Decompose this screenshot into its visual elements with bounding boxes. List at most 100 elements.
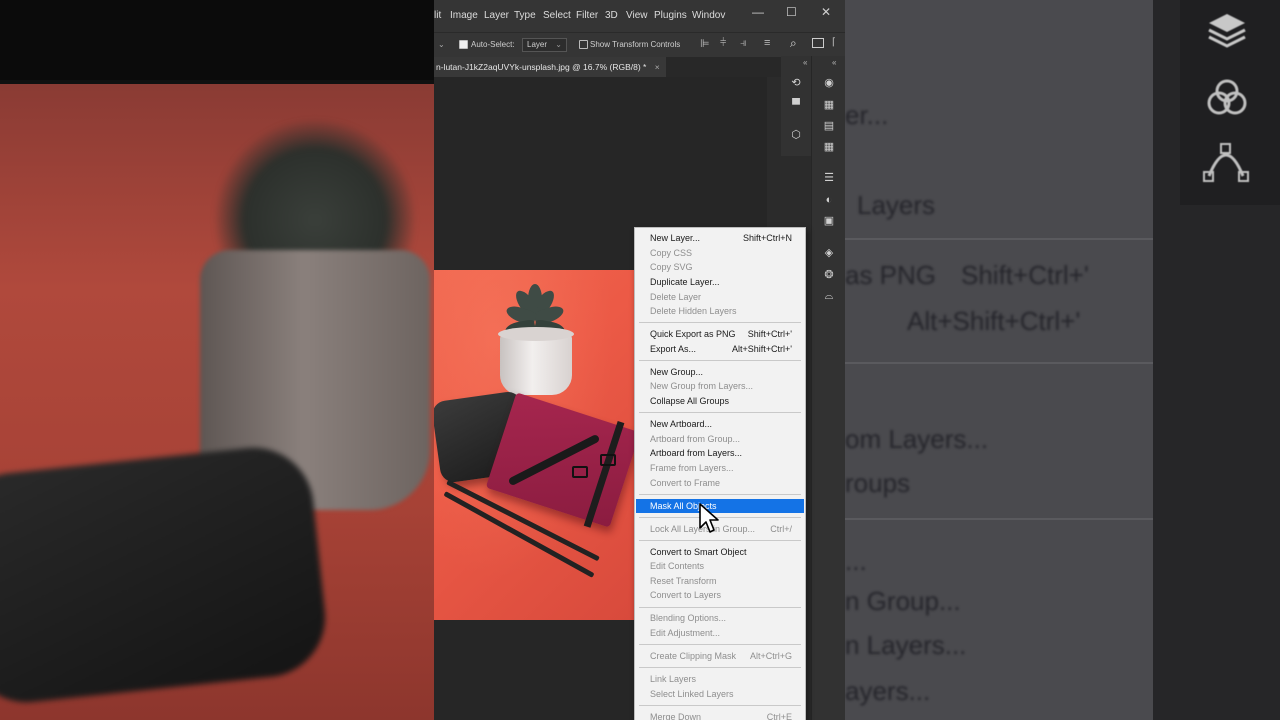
align-right-icon[interactable]: ⫣ bbox=[740, 37, 747, 50]
align-left-icon[interactable]: ⊫ bbox=[700, 37, 710, 50]
auto-select-label: Auto-Select: bbox=[471, 40, 515, 49]
menu-select[interactable]: Select bbox=[543, 10, 571, 21]
maximize-button[interactable]: ☐ bbox=[786, 5, 797, 19]
menu-item-new-group-from-layers[interactable]: New Group from Layers... bbox=[636, 379, 804, 393]
menu-image[interactable]: Image bbox=[450, 10, 478, 21]
menu-item-reset-transform[interactable]: Reset Transform bbox=[636, 574, 804, 588]
menu-item-quick-export-as-png[interactable]: Quick Export as PNG Shift+Ctrl+' bbox=[636, 327, 804, 341]
align-center-icon[interactable]: ⫩ bbox=[720, 37, 726, 50]
menu-item-convert-to-frame[interactable]: Convert to Frame bbox=[636, 476, 804, 490]
image-pot bbox=[498, 327, 574, 395]
grid-icon[interactable]: ▦ bbox=[822, 98, 836, 112]
menu-item-label: Copy CSS bbox=[650, 247, 693, 258]
menu-separator bbox=[639, 667, 801, 669]
menu-item-label: Edit Adjustment... bbox=[650, 628, 721, 639]
cube-icon[interactable]: ⬡ bbox=[789, 128, 803, 142]
document-image[interactable] bbox=[434, 270, 634, 620]
menu-item-shortcut: Shift+Ctrl+' bbox=[747, 329, 792, 340]
menu-item-label: Convert to Frame bbox=[650, 477, 721, 488]
ghost-text: er... bbox=[845, 100, 889, 130]
menu-item-artboard-from-layers[interactable]: Artboard from Layers... bbox=[636, 446, 804, 460]
show-transform-checkbox[interactable] bbox=[579, 40, 588, 49]
ghost-text: Alt+Shift+Ctrl+' bbox=[907, 306, 1081, 336]
comment-icon[interactable]: ▀ bbox=[789, 98, 803, 112]
menu-layer[interactable]: Layer bbox=[484, 10, 509, 21]
paths-icon[interactable]: ⌓ bbox=[822, 289, 836, 303]
menu-filter[interactable]: Filter bbox=[576, 10, 598, 21]
history-icon[interactable]: ⟲ bbox=[789, 76, 803, 90]
menu-item-label: Delete Hidden Layers bbox=[650, 306, 737, 317]
auto-select-checkbox[interactable] bbox=[459, 40, 468, 49]
menu-item-label: Blending Options... bbox=[650, 613, 727, 624]
ghost-text: ayers... bbox=[845, 676, 931, 706]
menu-item-convert-to-smart-object[interactable]: Convert to Smart Object bbox=[636, 545, 804, 559]
ghost-text: as PNG bbox=[845, 260, 937, 290]
menu-item-delete-hidden-layers[interactable]: Delete Hidden Layers bbox=[636, 304, 804, 318]
menu-item-label: Merge Down bbox=[650, 711, 702, 720]
menu-item-label: Artboard from Group... bbox=[650, 433, 741, 444]
table-icon[interactable]: ▦ bbox=[822, 140, 836, 154]
menu-item-edit-adjustment[interactable]: Edit Adjustment... bbox=[636, 626, 804, 640]
tool-dropdown-chevron-icon[interactable]: ⌄ bbox=[438, 40, 445, 49]
minimize-button[interactable]: — bbox=[752, 5, 764, 19]
menu-window[interactable]: Windov bbox=[692, 10, 725, 21]
collapse-panels-icon[interactable]: « bbox=[803, 58, 807, 67]
menu-item-edit-contents[interactable]: Edit Contents bbox=[636, 559, 804, 573]
menu-item-duplicate-layer[interactable]: Duplicate Layer... bbox=[636, 275, 804, 289]
menu-item-export-as[interactable]: Export As... Alt+Shift+Ctrl+' bbox=[636, 342, 804, 356]
ghost-text: ... bbox=[845, 546, 867, 576]
layers-panel-icon[interactable]: ▣ bbox=[822, 214, 836, 228]
menu-item-copy-css[interactable]: Copy CSS bbox=[636, 246, 804, 260]
channels-icon[interactable]: ❂ bbox=[822, 268, 836, 282]
gradient-icon[interactable]: ▤ bbox=[822, 119, 836, 133]
menu-item-mask-all-objects[interactable]: Mask All Objects bbox=[636, 498, 804, 513]
document-tab-title: n-lutan-J1kZ2aqUVYk-unsplash.jpg @ 16.7%… bbox=[436, 62, 647, 72]
menu-item-lock-all-layers-in-group[interactable]: Lock All Layers in Group... Ctrl+/ bbox=[636, 522, 804, 536]
menu-item-new-layer[interactable]: New Layer... Shift+Ctrl+N bbox=[636, 231, 804, 245]
menu-view[interactable]: View bbox=[626, 10, 648, 21]
share-icon[interactable]: ⌈ bbox=[832, 37, 836, 48]
menu-item-label: Convert to Smart Object bbox=[650, 546, 747, 557]
menu-plugins[interactable]: Plugins bbox=[654, 10, 687, 21]
distribute-icon[interactable]: ≡ bbox=[764, 37, 770, 49]
menu-3d[interactable]: 3D bbox=[605, 10, 618, 21]
menu-item-copy-svg[interactable]: Copy SVG bbox=[636, 260, 804, 274]
menu-item-label: Edit Contents bbox=[650, 561, 705, 572]
menu-separator bbox=[639, 412, 801, 414]
workspace-icon[interactable] bbox=[812, 38, 824, 48]
ghost-text: roups bbox=[845, 468, 911, 498]
menu-item-collapse-all-groups[interactable]: Collapse All Groups bbox=[636, 394, 804, 408]
close-window-button[interactable]: ✕ bbox=[821, 5, 831, 19]
ghost-text: n Layers... bbox=[845, 630, 967, 660]
menu-item-label: New Artboard... bbox=[650, 419, 713, 430]
search-icon[interactable]: ⌕ bbox=[790, 36, 797, 51]
background-zoom-right: er... Layers as PNG Shift+Ctrl+' Alt+Shi… bbox=[845, 0, 1280, 720]
menu-item-blending-options[interactable]: Blending Options... bbox=[636, 611, 804, 625]
ghost-text: Shift+Ctrl+' bbox=[961, 260, 1089, 290]
layers-icon[interactable]: ◈ bbox=[822, 246, 836, 260]
menu-item-delete-layer[interactable]: Delete Layer bbox=[636, 290, 804, 304]
menu-item-new-artboard[interactable]: New Artboard... bbox=[636, 417, 804, 431]
menu-item-label: New Group... bbox=[650, 366, 704, 377]
menu-item-convert-to-layers[interactable]: Convert to Layers bbox=[636, 588, 804, 602]
menu-type[interactable]: Type bbox=[514, 10, 536, 21]
cube-3d-icon[interactable]: ◉ bbox=[822, 76, 836, 90]
adjust-icon[interactable]: ◐ bbox=[822, 193, 836, 207]
auto-select-target-dropdown[interactable]: Layer ⌄ bbox=[522, 38, 567, 52]
menu-item-create-clipping-mask[interactable]: Create Clipping Mask Alt+Ctrl+G bbox=[636, 649, 804, 663]
collapse-panels-icon[interactable]: « bbox=[832, 58, 836, 67]
menu-item-label: Frame from Layers... bbox=[650, 463, 734, 473]
menu-item-frame-from-layers[interactable]: Frame from Layers... bbox=[636, 461, 804, 475]
menu-item-label: Convert to Layers bbox=[650, 590, 722, 601]
close-tab-icon[interactable]: × bbox=[655, 62, 660, 72]
menu-item-select-linked-layers[interactable]: Select Linked Layers bbox=[636, 687, 804, 701]
menu-item-merge-down[interactable]: Merge Down Ctrl+E bbox=[636, 710, 804, 720]
menu-edit[interactable]: lit bbox=[434, 10, 441, 21]
menu-item-label: Select Linked Layers bbox=[650, 688, 734, 699]
document-tab[interactable]: n-lutan-J1kZ2aqUVYk-unsplash.jpg @ 16.7%… bbox=[434, 57, 666, 77]
menu-item-artboard-from-group[interactable]: Artboard from Group... bbox=[636, 432, 804, 446]
mouse-cursor-icon bbox=[699, 503, 719, 533]
sliders-icon[interactable]: ☰ bbox=[822, 171, 836, 185]
menu-item-new-group[interactable]: New Group... bbox=[636, 365, 804, 379]
menu-item-link-layers[interactable]: Link Layers bbox=[636, 672, 804, 686]
